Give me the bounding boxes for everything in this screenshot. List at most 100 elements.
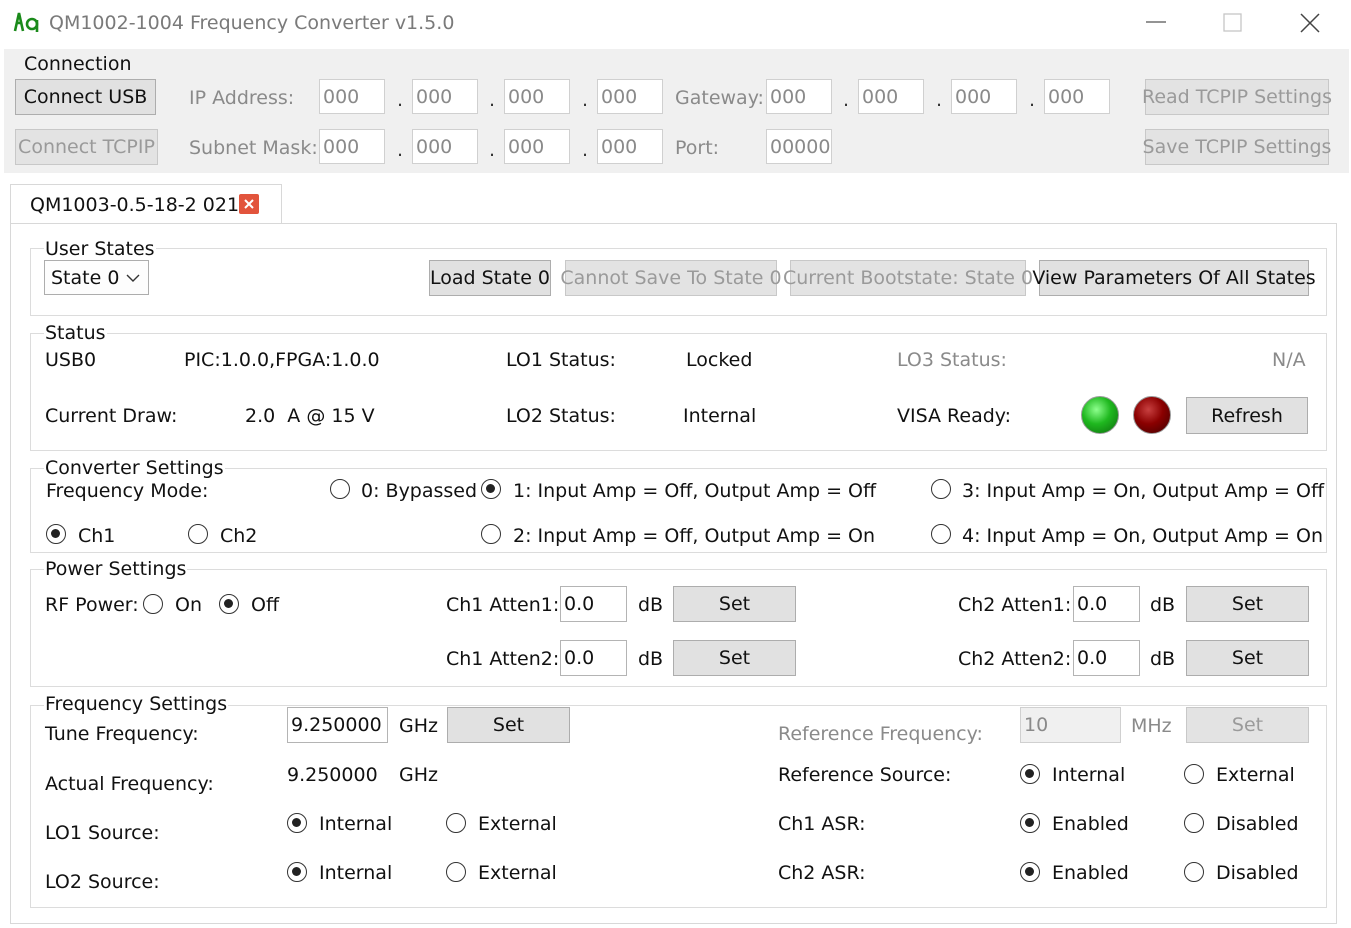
lo2-internal-radio[interactable] xyxy=(287,862,307,882)
lo1-status-value: Locked xyxy=(686,349,753,371)
ch2-asr-disabled-radio[interactable] xyxy=(1184,862,1204,882)
tab-device[interactable]: QM1003-0.5-18-2 0212 xyxy=(10,184,282,224)
mode-1-radio[interactable] xyxy=(481,479,501,499)
minimize-icon[interactable] xyxy=(1146,20,1168,24)
mode-3-radio[interactable] xyxy=(931,479,951,499)
ch1-asr-disabled-label[interactable]: Disabled xyxy=(1216,812,1299,836)
subnet-separator: . xyxy=(396,139,404,161)
close-icon[interactable] xyxy=(1299,12,1321,34)
state-select[interactable]: State 0 xyxy=(44,260,149,295)
lo1-external-radio[interactable] xyxy=(446,813,466,833)
tune-frequency-set-button[interactable]: Set xyxy=(447,707,570,743)
gateway-octet-3[interactable]: 000 xyxy=(951,79,1017,114)
lo1-internal-label[interactable]: Internal xyxy=(319,812,392,836)
read-tcpip-settings-button[interactable]: Read TCPIP Settings xyxy=(1142,79,1332,115)
reference-frequency-unit: MHz xyxy=(1131,715,1172,737)
rf-power-on-radio[interactable] xyxy=(143,594,163,614)
mode-1-label[interactable]: 1: Input Amp = Off, Output Amp = Off xyxy=(513,479,876,503)
ch1-label[interactable]: Ch1 xyxy=(78,524,115,548)
actual-frequency-label: Actual Frequency: xyxy=(45,773,214,795)
ch1-atten1-set-button[interactable]: Set xyxy=(673,586,796,622)
ch2-radio[interactable] xyxy=(188,524,208,544)
state-select-value: State 0 xyxy=(51,266,120,289)
ch2-asr-disabled-label[interactable]: Disabled xyxy=(1216,861,1299,885)
cannot-save-state-button[interactable]: Cannot Save To State 0 xyxy=(560,260,782,296)
gateway-octet-2[interactable]: 000 xyxy=(858,79,924,114)
ch1-asr-disabled-radio[interactable] xyxy=(1184,813,1204,833)
ch1-asr-enabled-radio[interactable] xyxy=(1020,813,1040,833)
load-state-button[interactable]: Load State 0 xyxy=(429,260,551,296)
maximize-icon[interactable] xyxy=(1223,13,1243,33)
lo2-external-radio[interactable] xyxy=(446,862,466,882)
lo3-status-value: N/A xyxy=(1272,349,1306,371)
tune-frequency-field[interactable]: 9.250000 xyxy=(287,707,388,743)
lo2-external-label[interactable]: External xyxy=(478,861,557,885)
save-tcpip-settings-button[interactable]: Save TCPIP Settings xyxy=(1143,129,1331,165)
mode-3-label[interactable]: 3: Input Amp = On, Output Amp = Off xyxy=(962,479,1324,503)
subnet-octet-4[interactable]: 000 xyxy=(597,129,663,164)
mode-2-label[interactable]: 2: Input Amp = Off, Output Amp = On xyxy=(513,524,875,548)
reference-internal-label[interactable]: Internal xyxy=(1052,763,1125,787)
ch2-asr-label: Ch2 ASR: xyxy=(778,862,866,884)
current-bootstate-button[interactable]: Current Bootstate: State 0 xyxy=(783,260,1033,296)
reference-external-radio[interactable] xyxy=(1184,764,1204,784)
ch2-asr-enabled-radio[interactable] xyxy=(1020,862,1040,882)
mode-4-label[interactable]: 4: Input Amp = On, Output Amp = On xyxy=(962,524,1323,548)
ch1-atten2-field[interactable]: 0.0 xyxy=(560,640,627,676)
window-title: QM1002-1004 Frequency Converter v1.5.0 xyxy=(49,12,455,34)
ip-octet-2[interactable]: 000 xyxy=(412,79,478,114)
lo1-external-label[interactable]: External xyxy=(478,812,557,836)
gateway-octet-4[interactable]: 000 xyxy=(1044,79,1110,114)
ch1-radio[interactable] xyxy=(46,524,66,544)
connect-usb-button[interactable]: Connect USB xyxy=(15,79,156,115)
reference-frequency-field[interactable]: 10 xyxy=(1020,707,1121,743)
converter-settings-title: Converter Settings xyxy=(44,457,225,479)
ch2-atten1-set-button[interactable]: Set xyxy=(1186,586,1309,622)
mode-2-radio[interactable] xyxy=(481,524,501,544)
port-field[interactable]: 00000 xyxy=(766,129,832,164)
ch2-atten1-label: Ch2 Atten1: xyxy=(958,594,1072,616)
mode-4-radio[interactable] xyxy=(931,524,951,544)
close-icon[interactable] xyxy=(239,194,259,214)
ip-octet-1[interactable]: 000 xyxy=(319,79,385,114)
gateway-separator: . xyxy=(842,89,850,111)
subnet-octet-2[interactable]: 000 xyxy=(412,129,478,164)
ch2-atten2-set-button[interactable]: Set xyxy=(1186,640,1309,676)
reference-external-label[interactable]: External xyxy=(1216,763,1295,787)
ch1-asr-enabled-label[interactable]: Enabled xyxy=(1052,812,1129,836)
lo1-internal-radio[interactable] xyxy=(287,813,307,833)
ip-separator: . xyxy=(488,89,496,111)
ip-address-label: IP Address: xyxy=(189,87,295,109)
visa-ready-label: VISA Ready: xyxy=(897,405,1012,427)
rf-power-off-label[interactable]: Off xyxy=(251,593,279,617)
view-all-states-button[interactable]: View Parameters Of All States xyxy=(1032,260,1316,296)
rf-power-on-label[interactable]: On xyxy=(175,593,202,617)
db-unit: dB xyxy=(638,648,664,670)
connection-title: Connection xyxy=(24,53,132,75)
ip-octet-3[interactable]: 000 xyxy=(504,79,570,114)
refresh-button[interactable]: Refresh xyxy=(1186,397,1308,434)
ch1-atten1-field[interactable]: 0.0 xyxy=(560,586,627,622)
subnet-separator: . xyxy=(488,139,496,161)
connect-tcpip-button[interactable]: Connect TCPIP xyxy=(15,129,158,165)
ch2-label[interactable]: Ch2 xyxy=(220,524,257,548)
gateway-label: Gateway: xyxy=(675,87,764,109)
ip-octet-4[interactable]: 000 xyxy=(597,79,663,114)
ch2-atten1-field[interactable]: 0.0 xyxy=(1073,586,1140,622)
ch1-atten1-label: Ch1 Atten1: xyxy=(446,594,560,616)
rf-power-off-radio[interactable] xyxy=(219,594,239,614)
ch1-atten2-set-button[interactable]: Set xyxy=(673,640,796,676)
mode-0-radio[interactable] xyxy=(330,479,350,499)
reference-frequency-set-button[interactable]: Set xyxy=(1186,707,1309,743)
reference-internal-radio[interactable] xyxy=(1020,764,1040,784)
subnet-mask-label: Subnet Mask: xyxy=(189,137,318,159)
actual-frequency-value: 9.250000 xyxy=(287,764,378,786)
lo2-internal-label[interactable]: Internal xyxy=(319,861,392,885)
subnet-octet-3[interactable]: 000 xyxy=(504,129,570,164)
mode-0-label[interactable]: 0: Bypassed xyxy=(361,479,477,503)
reference-source-label: Reference Source: xyxy=(778,764,952,786)
gateway-octet-1[interactable]: 000 xyxy=(766,79,832,114)
ch2-atten2-field[interactable]: 0.0 xyxy=(1073,640,1140,676)
subnet-octet-1[interactable]: 000 xyxy=(319,129,385,164)
ch2-asr-enabled-label[interactable]: Enabled xyxy=(1052,861,1129,885)
